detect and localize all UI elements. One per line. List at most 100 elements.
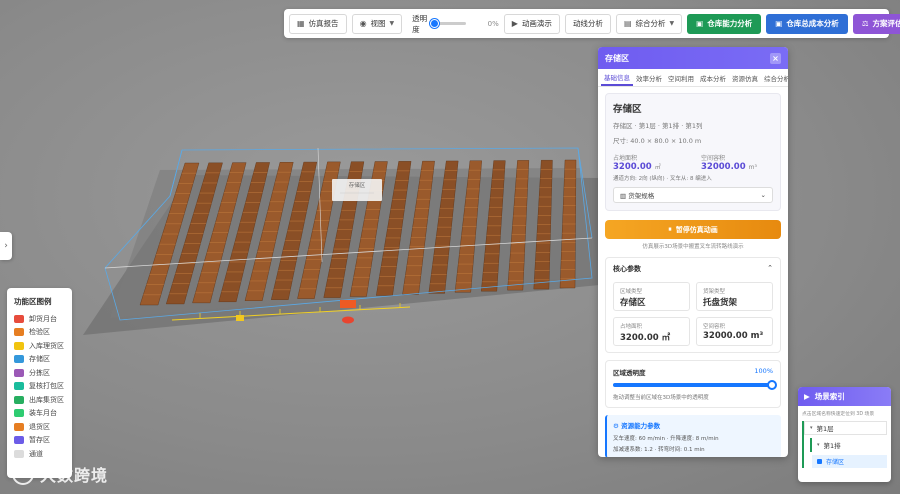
legend-item: 检验区 (14, 326, 65, 340)
panel-header: 存储区 × (598, 47, 788, 69)
legend-swatch (14, 409, 24, 418)
legend-label: 出库集货区 (29, 395, 64, 404)
volume-value-line: 32000.00 m³ (701, 162, 773, 172)
tree-item-storage[interactable]: 存储区 (812, 455, 887, 468)
zone-opacity-slider[interactable] (613, 380, 777, 390)
view-dropdown[interactable]: ◉ 视图 ▼ (351, 13, 403, 34)
param-value: 32000.00 m³ (703, 331, 764, 341)
legend-item: 入库理货区 (14, 339, 65, 353)
area-label: 占地面积 (613, 155, 638, 162)
caret-down-icon: ▼ (389, 20, 395, 27)
param-cell: 占地面积 3200.00 ㎡ (613, 317, 690, 346)
chart-icon: ▤ (623, 19, 632, 28)
composite-analysis-dropdown[interactable]: ▤ 综合分析 ▼ (615, 13, 683, 34)
legend-label: 存储区 (29, 355, 50, 364)
param-cell: 货架类型 托盘货架 (696, 282, 773, 311)
legend-item: 复核打包区 (14, 380, 65, 394)
param-value: 3200.00 ㎡ (620, 333, 671, 343)
animation-label: 动画演示 (521, 19, 552, 28)
eye-icon: ◉ (359, 19, 367, 28)
scene-index-body: 点击区域名称快速定位到 3D 场景 ▾ 第1层 ▾ 第1排 存储区 (798, 406, 891, 472)
tree-level-row[interactable]: ▾ 第1排 (810, 438, 887, 452)
zone-name: 存储区 (613, 104, 642, 115)
tab-cost[interactable]: 成本分析 (697, 69, 729, 86)
rack-spec-label: 货架规格 (628, 192, 655, 200)
param-label: 占地面积 (620, 324, 643, 330)
area-value-line: 3200.00 ㎡ (613, 162, 661, 172)
zone-floating-label: 存储区 (349, 181, 366, 189)
core-params-grid: 区域类型 存储区 货架类型 托盘货架 占地面积 3200.00 ㎡ 空间容积 3… (613, 282, 773, 346)
sim-report-button[interactable]: ▦ 仿真报告 (289, 13, 347, 34)
opacity-slider-thumb[interactable] (430, 19, 440, 28)
resource-params-title: ⚙ 资源能力参数 (613, 420, 775, 430)
volume-stat: 空间容积 32000.00 m³ (701, 153, 773, 172)
zone-opacity-thumb[interactable] (767, 380, 777, 390)
scene-tree: ▾ 第1层 ▾ 第1排 存储区 (802, 421, 887, 468)
pause-icon: ⏸ (668, 225, 672, 233)
legend-swatch (14, 328, 24, 337)
tab-space[interactable]: 空间利用 (665, 69, 697, 86)
legend-swatch (14, 341, 24, 350)
pause-animation-label: 暂停仿真动画 (675, 225, 718, 234)
opacity-control: 透明度 0% (412, 13, 499, 35)
zone-note: 通道方向: 2向 (纵向) · 叉车从: 8 编进入 (613, 176, 712, 182)
warehouse-icon: ▣ (696, 19, 704, 28)
core-params-section: 核心参数 ⌃ 区域类型 存储区 货架类型 托盘货架 占地面积 3200.00 ㎡… (605, 257, 781, 353)
param-label: 空间容积 (703, 324, 726, 330)
param-value: 存储区 (620, 298, 646, 308)
legend-swatch (14, 449, 24, 458)
chevron-up-icon: ⌃ (767, 264, 773, 272)
opacity-slider[interactable] (430, 19, 466, 28)
resource-params-box: ⚙ 资源能力参数 叉车速度: 60 m/min · 升降速度: 8 m/min … (605, 415, 781, 457)
close-icon[interactable]: × (770, 52, 781, 64)
legend-item: 出库集货区 (14, 393, 65, 407)
play-icon: ▶ (804, 392, 810, 401)
legend-label: 装车月台 (29, 409, 57, 418)
legend-label: 通道 (29, 449, 43, 458)
resource-param-line: 加减速系数: 1.2 · 转弯时间: 0.1 min (613, 447, 705, 453)
panel-title: 存储区 (605, 53, 629, 63)
legend-swatch (14, 382, 24, 391)
param-cell: 区域类型 存储区 (613, 282, 690, 311)
evaluate-button[interactable]: ⚖ 方案评估 (852, 13, 900, 34)
core-params-title: 核心参数 (613, 265, 641, 273)
tab-resource[interactable]: 资源仿真 (729, 69, 761, 86)
total-cost-button[interactable]: ▣ 仓库总成本分析 (766, 13, 848, 34)
area-stat: 占地面积 3200.00 ㎡ (613, 153, 661, 172)
pause-animation-button[interactable]: ⏸ 暂停仿真动画 (605, 220, 781, 239)
tab-composite[interactable]: 综合分析 (761, 69, 788, 86)
flow-analysis-button[interactable]: 动线分析 (564, 13, 611, 34)
watermark-text: 大数跨境 (40, 466, 109, 485)
core-params-header[interactable]: 核心参数 ⌃ (613, 264, 773, 274)
scene-index-header: ▶ 场景索引 (798, 387, 891, 406)
rack-spec-select[interactable]: ▥ 货架规格 ⌄ (613, 187, 773, 203)
watermark: 大数跨境 (12, 462, 108, 486)
zone-opacity-value: 100% (754, 367, 773, 375)
tree-item-storage-label: 存储区 (826, 459, 845, 466)
composite-analysis-label: 综合分析 (635, 19, 666, 28)
legend-label: 退货区 (29, 422, 50, 431)
rack-icon: ▥ (620, 192, 629, 200)
legend-item: 退货区 (14, 420, 65, 434)
legend-item: 存储区 (14, 353, 65, 367)
chevron-down-icon: ⌄ (760, 191, 766, 199)
animation-button[interactable]: ▶ 动画演示 (503, 13, 560, 34)
zone-opacity-header: 区域透明度 100% (613, 367, 773, 377)
legend-label: 复核打包区 (29, 382, 64, 391)
panel-tabs: 基础信息 效率分析 空间利用 成本分析 资源仿真 综合分析 (598, 69, 788, 87)
legend-swatch (14, 422, 24, 431)
volume-value: 32000.00 (701, 162, 746, 172)
tree-level-floor[interactable]: ▾ 第1层 (804, 421, 887, 435)
tab-basic-info[interactable]: 基础信息 (601, 69, 633, 86)
left-panel-toggle[interactable]: › (0, 232, 12, 260)
param-cell: 空间容积 32000.00 m³ (696, 317, 773, 346)
tab-efficiency[interactable]: 效率分析 (633, 69, 665, 86)
resource-params-title-text: 资源能力参数 (621, 422, 661, 430)
capacity-analysis-button[interactable]: ▣ 仓库能力分析 (687, 13, 762, 34)
total-cost-label: 仓库总成本分析 (786, 19, 839, 28)
gear-icon: ⚙ (613, 422, 622, 430)
zone-marker (340, 300, 356, 308)
resource-param-line: 叉车速度: 60 m/min · 升降速度: 8 m/min (613, 436, 719, 442)
forklift-red (342, 316, 354, 324)
chevron-down-icon: ▾ (817, 442, 820, 448)
